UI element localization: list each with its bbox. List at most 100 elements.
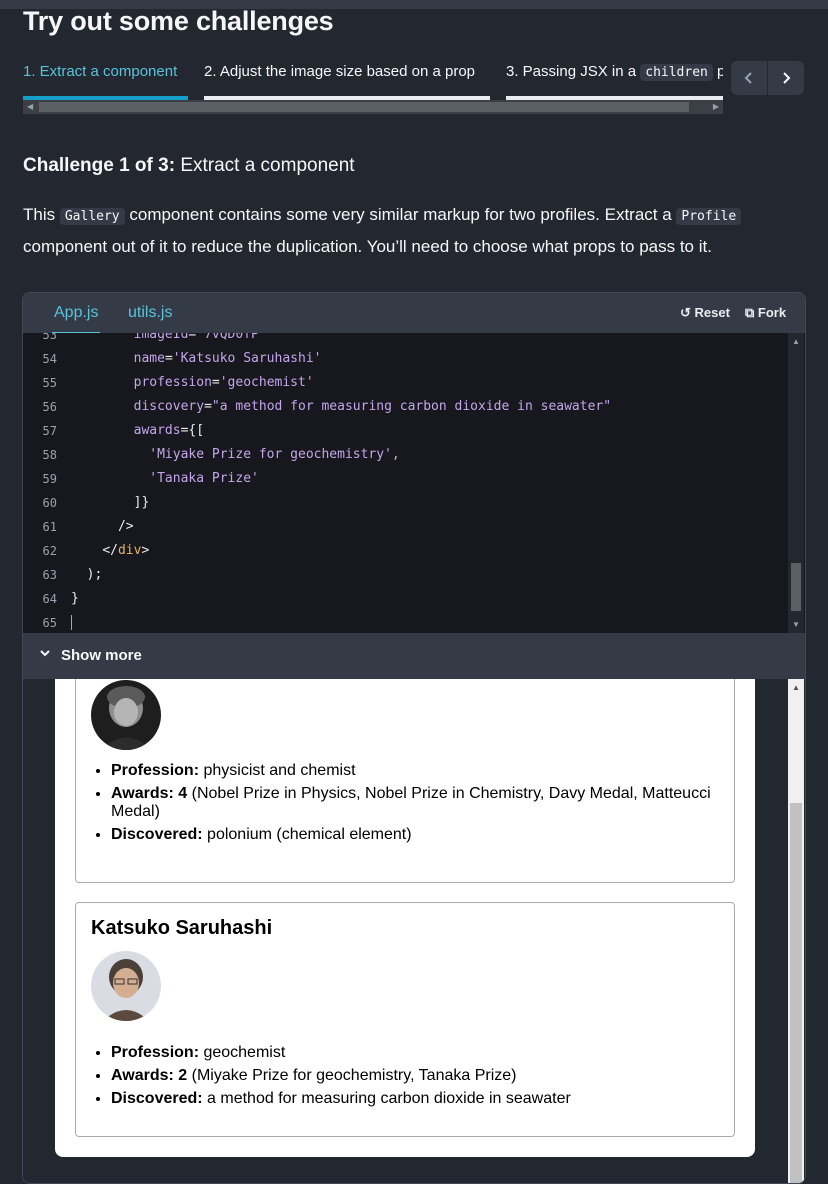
item-value: (Miyake Prize for geochemistry, Tanaka P… — [187, 1067, 517, 1084]
section-heading: Try out some challenges — [23, 6, 334, 36]
line-content: ); — [71, 563, 103, 587]
scroll-up-icon[interactable]: ▲ — [792, 683, 800, 692]
line-content: discovery="a method for measuring carbon… — [71, 395, 611, 419]
item-label: Awards: 4 — [111, 785, 188, 802]
profile-card: Profession: physicist and chemist Awards… — [75, 679, 735, 883]
external-link-icon: ⧉ — [745, 305, 755, 320]
avatar — [91, 951, 161, 1021]
line-number: 60 — [42, 496, 57, 510]
challenge-title: Challenge 1 of 3: Extract a component — [23, 155, 355, 177]
scrollbar-thumb[interactable] — [791, 563, 801, 611]
line-content: </div> — [71, 539, 149, 563]
chevron-down-icon — [39, 647, 51, 662]
desc-text: component contains some very similar mar… — [124, 205, 677, 224]
line-number: 62 — [42, 544, 57, 558]
line-number: 65 — [42, 616, 57, 630]
tab-adjust-image-size[interactable]: 2. Adjust the image size based on a prop — [204, 60, 490, 100]
item-label: Awards: 2 — [111, 1067, 188, 1084]
fork-button[interactable]: ⧉ Fork — [745, 305, 786, 321]
desc-text: This — [23, 205, 60, 224]
line-content: 'Miyake Prize for geochemistry', — [71, 443, 400, 467]
reset-label: Reset — [694, 305, 730, 320]
item-label: Profession: — [111, 762, 200, 779]
item-value: (Nobel Prize in Physics, Nobel Prize in … — [111, 785, 711, 820]
editor-scrollbar[interactable]: ▲ ▼ — [788, 333, 804, 633]
tab-passing-jsx[interactable]: 3. Passing JSX in a children prop — [506, 60, 723, 100]
challenge-nav — [731, 61, 804, 95]
file-tab-app-js[interactable]: App.js — [52, 304, 101, 334]
scroll-up-icon[interactable]: ▲ — [792, 337, 800, 346]
code-punctuation: > — [141, 543, 150, 558]
profile-details: Profession: geochemist Awards: 2 (Miyake… — [91, 1044, 711, 1113]
item-label: Profession: — [111, 1044, 200, 1061]
tab-label-code: children — [640, 64, 713, 81]
challenge-counter: Challenge 1 of 3: — [23, 155, 176, 176]
code-punctuation: = — [204, 399, 212, 414]
profile-card: Katsuko Saruhashi Profession: geochemist… — [75, 902, 735, 1137]
show-more-button[interactable]: Show more — [23, 633, 805, 679]
line-number: 56 — [42, 400, 57, 414]
line-number: 58 — [42, 448, 57, 462]
scrollbar-thumb[interactable] — [790, 803, 802, 1183]
preview-scrollbar[interactable]: ▲ — [788, 679, 804, 1183]
scroll-down-icon[interactable]: ▼ — [792, 620, 800, 629]
line-content: name='Katsuko Saruhashi' — [71, 347, 322, 371]
file-tab-label: utils.js — [128, 304, 173, 321]
code-punctuation: ); — [86, 567, 103, 582]
chevron-left-icon[interactable] — [731, 61, 768, 95]
profile-name: Katsuko Saruhashi — [91, 917, 273, 939]
scrollbar-thumb[interactable] — [39, 102, 689, 112]
chevron-right-icon[interactable] — [768, 61, 804, 95]
line-number: 54 — [42, 352, 57, 366]
tab-label: 3. Passing JSX in a children prop — [506, 60, 723, 81]
code-attribute: name — [133, 351, 165, 366]
tabs-scrollbar[interactable]: ◀ ▶ — [23, 100, 723, 114]
code-editor[interactable]: 53 imageId='7vQD0fP' 54 name='Katsuko Sar… — [23, 333, 788, 633]
show-more-label: Show more — [61, 647, 142, 664]
desc-code-gallery: Gallery — [59, 208, 125, 225]
list-item: Awards: 4 (Nobel Prize in Physics, Nobel… — [111, 785, 711, 821]
line-content: 'Tanaka Prize' — [71, 467, 259, 491]
scroll-left-icon[interactable]: ◀ — [27, 100, 33, 114]
line-content: } — [71, 587, 79, 611]
code-string: 'geochemist' — [219, 375, 314, 390]
code-punctuation: /> — [117, 519, 134, 534]
code-attribute: discovery — [133, 399, 205, 414]
list-item: Awards: 2 (Miyake Prize for geochemistry… — [111, 1067, 711, 1085]
code-punctuation: = — [211, 375, 220, 390]
list-item: Discovered: a method for measuring carbo… — [111, 1090, 711, 1108]
desc-text: component out of it to reduce the duplic… — [23, 237, 712, 256]
tab-extract-component[interactable]: 1. Extract a component — [23, 60, 188, 100]
reset-button[interactable]: ↺ Reset — [680, 305, 730, 321]
line-content: profession='geochemist' — [71, 371, 314, 395]
sandbox-header: App.js utils.js ↺ Reset ⧉ Fork — [23, 293, 805, 334]
reset-icon: ↺ — [680, 305, 691, 320]
item-value: physicist and chemist — [199, 762, 356, 779]
code-punctuation: </ — [102, 543, 118, 558]
code-punctuation: ={[ — [180, 423, 205, 438]
file-tab-utils-js[interactable]: utils.js — [128, 304, 172, 322]
code-string: 'Miyake Prize for geochemistry', — [149, 447, 400, 462]
line-content: imageId='7vQD0fP' — [71, 333, 267, 347]
line-number: 57 — [42, 424, 57, 438]
list-item: Profession: physicist and chemist — [111, 762, 711, 780]
code-attribute: imageId — [133, 333, 189, 342]
line-content: awards={[ — [71, 419, 204, 443]
tab-label-text: 3. Passing JSX in a — [506, 63, 637, 80]
code-attribute: profession — [133, 375, 212, 390]
profile-details: Profession: physicist and chemist Awards… — [91, 762, 711, 849]
code-string: 'Katsuko Saruhashi' — [172, 351, 322, 366]
code-punctuation: = — [164, 351, 173, 366]
code-string: "a method for measuring carbon dioxide i… — [211, 399, 612, 414]
tab-label: 2. Adjust the image size based on a prop — [204, 63, 476, 80]
scroll-right-icon[interactable]: ▶ — [713, 100, 719, 114]
code-punctuation: ]} — [133, 495, 150, 510]
